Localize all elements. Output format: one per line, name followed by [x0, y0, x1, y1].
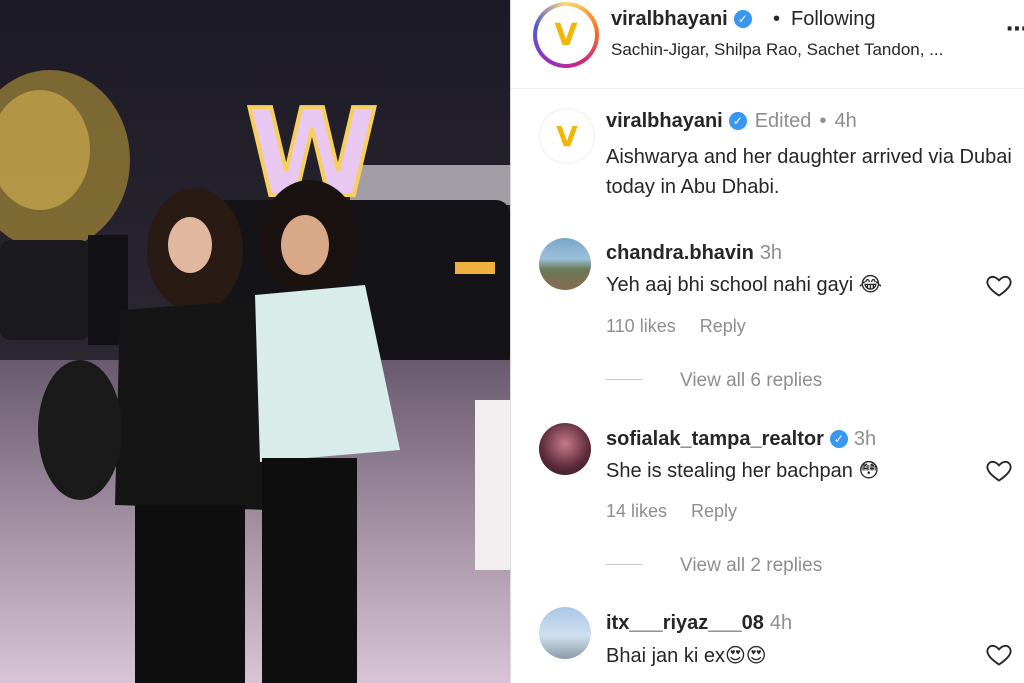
audio-credits-link[interactable]: Sachin-Jigar, Shilpa Rao, Sachet Tandon,…: [611, 40, 943, 60]
edited-label: Edited: [754, 110, 812, 132]
replies-divider: [606, 564, 642, 565]
comment-actions: 110 likes Reply: [606, 316, 770, 337]
separator-dot: •: [819, 110, 827, 132]
post-photo[interactable]: W: [0, 0, 510, 683]
commenter-username-text[interactable]: itx___riyaz___08: [606, 612, 764, 634]
view-replies-button[interactable]: View all 2 replies: [606, 555, 822, 577]
comment-text: She is stealing her bachpan 😳: [606, 460, 880, 482]
author-avatar[interactable]: V: [533, 2, 599, 68]
comment-actions: 14 likes Reply: [606, 501, 761, 522]
commenter-username-text[interactable]: sofialak_tampa_realtor: [606, 428, 824, 450]
comment-text: Yeh aaj bhi school nahi gayi 😂: [606, 274, 883, 296]
commenter-avatar[interactable]: [539, 238, 591, 290]
photo-illustration: W: [0, 0, 510, 683]
caption-avatar[interactable]: V: [539, 108, 595, 164]
comment-time: 4h: [769, 612, 793, 634]
commenter-username-text[interactable]: chandra.bhavin: [606, 242, 754, 264]
separator-dot: •: [773, 8, 781, 30]
comment-time: 3h: [853, 428, 877, 450]
brand-logo-icon: V: [554, 17, 578, 53]
verified-badge-icon: ✓: [829, 430, 848, 448]
comment-likes[interactable]: 110 likes: [606, 316, 676, 336]
like-heart-icon[interactable]: [985, 271, 1013, 299]
commenter-avatar[interactable]: [539, 423, 591, 475]
like-heart-icon[interactable]: [985, 640, 1013, 668]
brand-logo-icon: V: [556, 119, 578, 153]
like-heart-icon[interactable]: [985, 456, 1013, 484]
commenter-username[interactable]: chandra.bhavin 3h: [606, 242, 782, 265]
replies-divider: [606, 379, 642, 380]
more-options-icon[interactable]: ⋯: [1006, 16, 1024, 42]
view-replies-button[interactable]: View all 6 replies: [606, 370, 822, 392]
following-button[interactable]: Following: [791, 8, 875, 31]
caption-username-text[interactable]: viralbhayani: [606, 110, 723, 132]
comment-likes[interactable]: 14 likes: [606, 501, 667, 521]
verified-badge-icon: ✓: [728, 112, 747, 130]
post-detail-panel: V viralbhayani ✓ • Following Sachin-Jigar…: [510, 0, 1024, 683]
commenter-username[interactable]: itx___riyaz___08 4h: [606, 612, 792, 635]
view-replies-text[interactable]: View all 2 replies: [680, 555, 822, 576]
caption-text: Aishwarya and her daughter arrived via D…: [606, 146, 1012, 198]
verified-badge-icon: ✓: [733, 10, 752, 28]
post-header: V viralbhayani ✓ • Following Sachin-Jigar…: [511, 0, 1024, 89]
view-replies-text[interactable]: View all 6 replies: [680, 370, 822, 391]
commenter-avatar[interactable]: [539, 607, 591, 659]
caption-username[interactable]: viralbhayani ✓ Edited • 4h: [606, 110, 857, 133]
author-username[interactable]: viralbhayani ✓: [611, 8, 752, 31]
caption-time[interactable]: 4h: [834, 110, 856, 132]
comment-text: Bhai jan ki ex😍😍: [606, 645, 767, 667]
comment-time: 3h: [759, 242, 783, 264]
post-caption: V viralbhayani ✓ Edited • 4h Aishwarya and h…: [511, 88, 1024, 218]
reply-button[interactable]: Reply: [700, 316, 746, 336]
commenter-username[interactable]: sofialak_tampa_realtor ✓ 3h: [606, 428, 876, 451]
author-username-text[interactable]: viralbhayani: [611, 8, 728, 30]
reply-button[interactable]: Reply: [691, 501, 737, 521]
